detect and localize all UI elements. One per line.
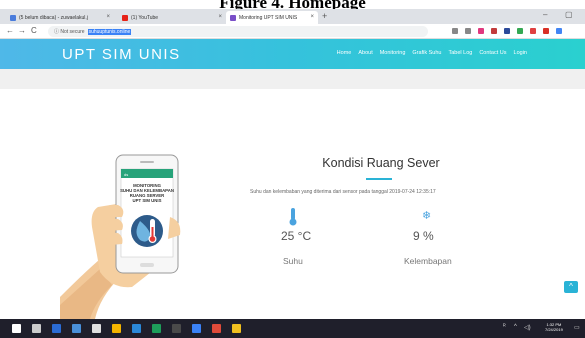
title-underline xyxy=(366,178,392,180)
email-icon xyxy=(10,14,16,21)
taskbar-app-icon[interactable] xyxy=(32,324,41,333)
tab-email-label: (5 belum dibaca) - zuwaelakul.j xyxy=(19,14,88,21)
extension-icon[interactable] xyxy=(517,28,523,34)
sensor-description: Suhu dan kelembaban yang diterima dari s… xyxy=(250,189,436,195)
extension-icon[interactable] xyxy=(465,28,471,34)
tray-people-icon[interactable]: ᴿ xyxy=(503,324,506,330)
thermometer-icon xyxy=(289,208,297,226)
sub-header-bar xyxy=(0,69,585,89)
temperature-label: Suhu xyxy=(283,256,303,266)
taskbar-app-icon[interactable] xyxy=(132,324,141,333)
tray-volume-icon[interactable]: ◁) xyxy=(524,324,531,331)
taskbar-app-icon[interactable] xyxy=(212,324,221,333)
clock-date: 7/24/2019 xyxy=(545,327,563,332)
phone-text-4: UPT SIM UNIS xyxy=(133,198,162,203)
taskbar-app-icon[interactable] xyxy=(92,324,101,333)
page-title: Kondisi Ruang Sever xyxy=(322,156,440,170)
site-brand[interactable]: UPT SIM UNIS xyxy=(62,46,181,63)
nav-contact[interactable]: Contact Us xyxy=(479,50,506,56)
extension-icon[interactable] xyxy=(543,28,549,34)
nav-about[interactable]: About xyxy=(358,50,372,56)
nav-login[interactable]: Login xyxy=(514,50,527,56)
browser-tab-strip: (5 belum dibaca) - zuwaelakul.j × (1) Yo… xyxy=(0,9,585,24)
browser-toolbar: ← → C ⓘ Not secure suhuuptunis.online xyxy=(0,24,585,39)
extension-icon[interactable] xyxy=(556,28,562,34)
tab-email[interactable]: (5 belum dibaca) - zuwaelakul.j × xyxy=(6,11,114,24)
forward-button[interactable]: → xyxy=(18,26,26,35)
tab-youtube-label: (1) YouTube xyxy=(131,14,159,21)
taskbar-app-icon[interactable] xyxy=(52,324,61,333)
site-header: UPT SIM UNIS Home About Monitoring Grafi… xyxy=(0,39,585,69)
snowflake-icon: ❄ xyxy=(422,210,432,222)
web-page: UPT SIM UNIS Home About Monitoring Grafi… xyxy=(0,39,585,319)
nav-tabel-log[interactable]: Tabel Log xyxy=(448,50,472,56)
svg-text:ds: ds xyxy=(124,172,128,177)
new-tab-button[interactable]: + xyxy=(322,11,327,21)
youtube-icon xyxy=(122,14,128,21)
taskbar-app-icon[interactable] xyxy=(152,324,161,333)
phone-illustration: ds MONITORING SUHU DAN KELEMBAPAN RUANG … xyxy=(60,154,181,319)
temperature-value: 25 °C xyxy=(281,229,312,243)
site-nav: Home About Monitoring Grafik Suhu Tabel … xyxy=(337,50,527,56)
notification-icon[interactable]: ▭ xyxy=(574,324,580,331)
extension-icon[interactable] xyxy=(478,28,484,34)
taskbar-app-icon[interactable] xyxy=(232,324,241,333)
taskbar-app-icon[interactable] xyxy=(72,324,81,333)
humidity-label: Kelembapan xyxy=(404,256,452,266)
security-indicator[interactable]: ⓘ Not secure xyxy=(54,28,85,35)
humidity-value: 9 % xyxy=(413,229,434,243)
site-favicon-icon xyxy=(230,14,236,21)
tab-youtube[interactable]: (1) YouTube × xyxy=(118,11,226,24)
back-button[interactable]: ← xyxy=(6,26,14,35)
tab-monitoring[interactable]: Monitoring UPT SIM UNIS × xyxy=(226,11,318,24)
tab-monitoring-label: Monitoring UPT SIM UNIS xyxy=(239,14,298,21)
extension-icon[interactable] xyxy=(530,28,536,34)
start-button-icon[interactable] xyxy=(12,324,21,333)
url-text: suhuuptunis.online xyxy=(87,28,132,35)
reload-button[interactable]: C xyxy=(31,26,37,35)
system-clock[interactable]: 1:32 PM 7/24/2019 xyxy=(545,322,563,332)
taskbar-app-icon[interactable] xyxy=(112,324,121,333)
taskbar-app-icon[interactable] xyxy=(172,324,181,333)
scroll-to-top-button[interactable]: ^ xyxy=(564,281,578,293)
extension-icon[interactable] xyxy=(491,28,497,34)
nav-monitoring[interactable]: Monitoring xyxy=(380,50,406,56)
taskbar: ᴿ ^ ◁) 1:32 PM 7/24/2019 ▭ xyxy=(0,319,585,338)
close-icon[interactable]: × xyxy=(310,14,314,20)
close-icon[interactable]: × xyxy=(218,14,222,20)
nav-grafik-suhu[interactable]: Grafik Suhu xyxy=(412,50,441,56)
extension-icon[interactable] xyxy=(452,28,458,34)
close-icon[interactable]: × xyxy=(106,14,110,20)
nav-home[interactable]: Home xyxy=(337,50,352,56)
extension-icon[interactable] xyxy=(504,28,510,34)
maximize-button[interactable]: ▢ xyxy=(565,10,573,19)
address-bar[interactable]: ⓘ Not secure suhuuptunis.online xyxy=(48,26,428,37)
minimize-button[interactable]: – xyxy=(543,10,547,19)
tray-chevron-icon[interactable]: ^ xyxy=(514,324,517,330)
taskbar-app-icon[interactable] xyxy=(192,324,201,333)
